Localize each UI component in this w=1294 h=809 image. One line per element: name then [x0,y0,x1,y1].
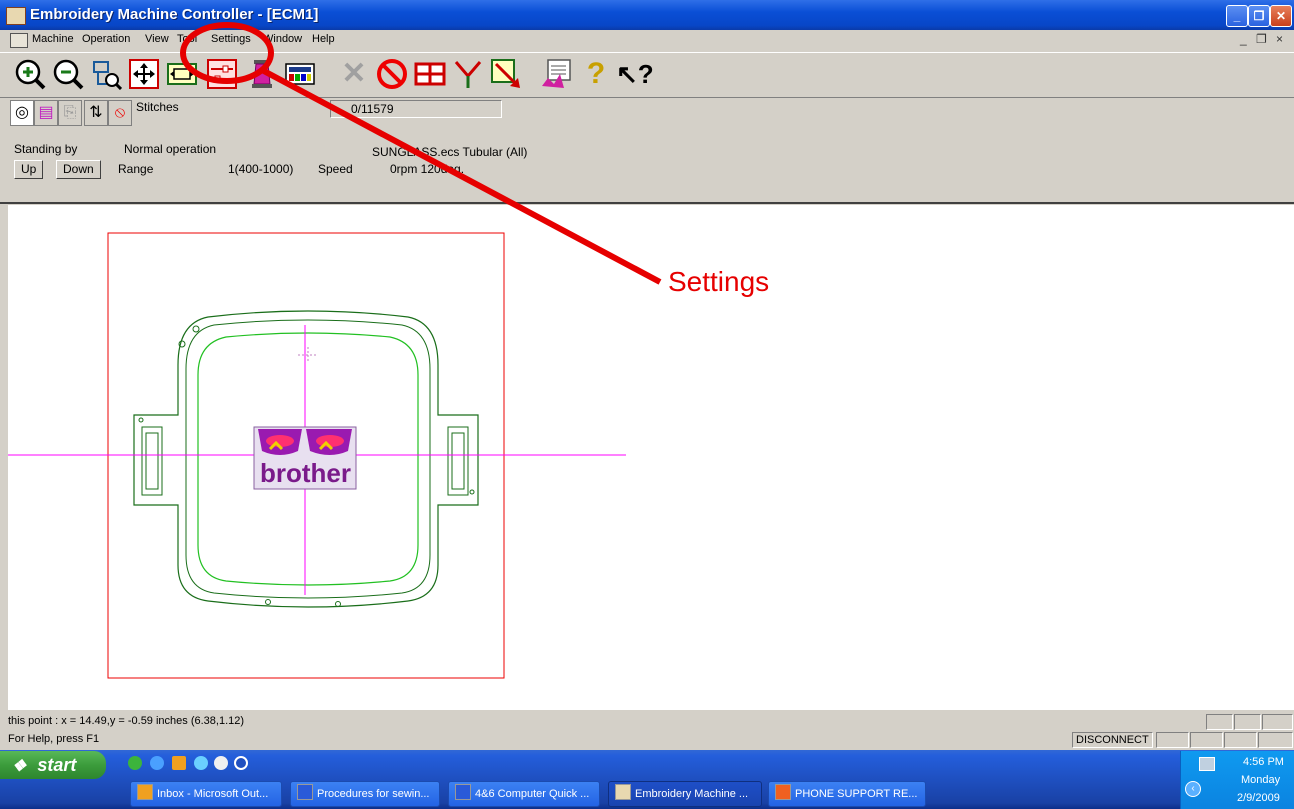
stitches-label: Stitches [136,100,179,114]
status-pane [1258,732,1293,748]
document-icon[interactable] [10,33,28,48]
app-icon[interactable] [6,7,26,25]
settings-icon[interactable] [206,58,238,90]
range-value: 1(400-1000) [228,162,294,176]
color-sort-icon[interactable]: ▤ [34,100,58,126]
mdi-minimize-button[interactable]: _ [1240,32,1247,46]
machine-state: Standing by [14,142,78,156]
task-procedures[interactable]: Procedures for sewin... [290,781,440,807]
design-canvas[interactable]: brother [8,205,1294,710]
cancel-icon[interactable]: ✕ [338,58,370,90]
window-title: Embroidery Machine Controller - [ECM1] [30,6,319,23]
task-computer-quick[interactable]: 4&6 Computer Quick ... [448,781,600,807]
system-tray: ‹ 4:56 PM Monday 2/9/2009 [1180,751,1294,809]
copy-icon[interactable]: ⎘ [58,100,82,126]
ie-icon[interactable] [150,756,164,770]
status-pane [1234,714,1261,730]
maximize-button[interactable]: ❐ [1248,5,1270,27]
stitches-field: 0/11579 [330,100,502,118]
operation-mode: Normal operation [124,142,217,156]
task-label: Procedures for sewin... [317,788,430,800]
menu-settings[interactable]: Settings [211,33,251,45]
speed-label: Speed [318,162,353,176]
up-button[interactable]: Up [14,160,44,179]
main-toolbar: ✕ ? ↖? [0,52,1294,98]
task-inbox[interactable]: Inbox - Microsoft Out... [130,781,282,807]
mdi-restore-button[interactable]: ❐ [1256,32,1267,46]
menu-help[interactable]: Help [312,33,335,45]
arrow-out-icon[interactable] [490,58,522,90]
menu-window[interactable]: Window [263,33,302,45]
media-icon[interactable] [214,756,228,770]
color-palette-icon[interactable] [284,58,316,90]
task-label: Inbox - Microsoft Out... [157,788,269,800]
range-label: Range [118,162,154,176]
task-label: Embroidery Machine ... [635,788,749,800]
clock-date: 2/9/2009 [1237,792,1280,804]
down-button[interactable]: Down [56,160,101,179]
status-pane [1224,732,1257,748]
status-pane [1206,714,1233,730]
status-pane [1262,714,1293,730]
chevron-left-icon[interactable]: ‹ [1185,781,1201,797]
task-label: PHONE SUPPORT RE... [795,788,918,800]
stop-small-icon[interactable]: ⦸ [108,100,132,126]
mdi-close-button[interactable]: × [1276,32,1283,46]
select-icon[interactable]: ◎ [10,100,34,126]
start-label: start [37,755,77,775]
connection-status: DISCONNECT [1072,732,1153,748]
branch-icon[interactable] [452,58,484,90]
fit-design-icon[interactable] [128,58,160,90]
fit-hoop-icon[interactable] [166,58,198,90]
windows-logo-icon: ❖ [12,758,27,775]
speed-value: 0rpm 120deg. [390,162,465,176]
menu-view[interactable]: View [145,33,169,45]
status-panel: ◎ ▤ ⎘ ⇅ ⦸ Stitches 0/11579 Standing by N… [0,98,1294,204]
design-list-icon[interactable] [540,58,572,90]
menu-machine[interactable]: Machine [32,33,74,45]
close-button[interactable]: ✕ [1270,5,1292,27]
taskbar: ❖ start Inbox - Microsoft Out... Procedu… [0,750,1294,809]
menu-operation[interactable]: Operation [82,33,130,45]
clock-day: Monday [1241,774,1281,786]
network-icon[interactable] [128,756,142,770]
thread-spool-icon[interactable] [246,58,278,90]
status-bar: this point : x = 14.49,y = -0.59 inches … [0,712,1294,748]
hoop-view: brother [8,232,626,679]
task-phone-support[interactable]: PHONE SUPPORT RE... [768,781,926,807]
menu-bar: Machine Operation View Tool Settings Win… [0,30,1294,50]
stop-icon[interactable] [376,58,408,90]
search-icon[interactable] [194,756,208,770]
zoom-in-icon[interactable] [14,58,46,90]
desktop-icon[interactable] [234,756,248,770]
clock-time[interactable]: 4:56 PM [1243,756,1284,768]
tray-network-icon[interactable] [1199,757,1215,771]
design-file: SUNGLASS.ecs Tubular (All) [372,145,528,159]
task-embroidery[interactable]: Embroidery Machine ... [608,781,762,807]
zoom-out-icon[interactable] [52,58,84,90]
coordinate-readout: this point : x = 14.49,y = -0.59 inches … [8,715,245,727]
help-icon[interactable]: ? [580,58,612,90]
context-help-icon[interactable]: ↖? [616,58,654,90]
status-pane [1190,732,1223,748]
settings-annotation: Settings [668,266,770,297]
zoom-select-icon[interactable] [90,58,123,91]
design-text: brother [260,458,351,488]
stitches-value: 0/11579 [351,102,394,116]
start-button[interactable]: ❖ start [0,751,106,779]
title-bar: Embroidery Machine Controller - [ECM1] _… [0,0,1294,30]
status-pane [1156,732,1189,748]
task-label: 4&6 Computer Quick ... [475,788,590,800]
minimize-button[interactable]: _ [1226,5,1248,27]
help-hint: For Help, press F1 [8,733,100,745]
up-down-icon[interactable]: ⇅ [84,100,108,126]
outlook-icon[interactable] [172,756,186,770]
frame-grid-icon[interactable] [414,58,446,90]
menu-tool[interactable]: Tool [177,33,197,45]
